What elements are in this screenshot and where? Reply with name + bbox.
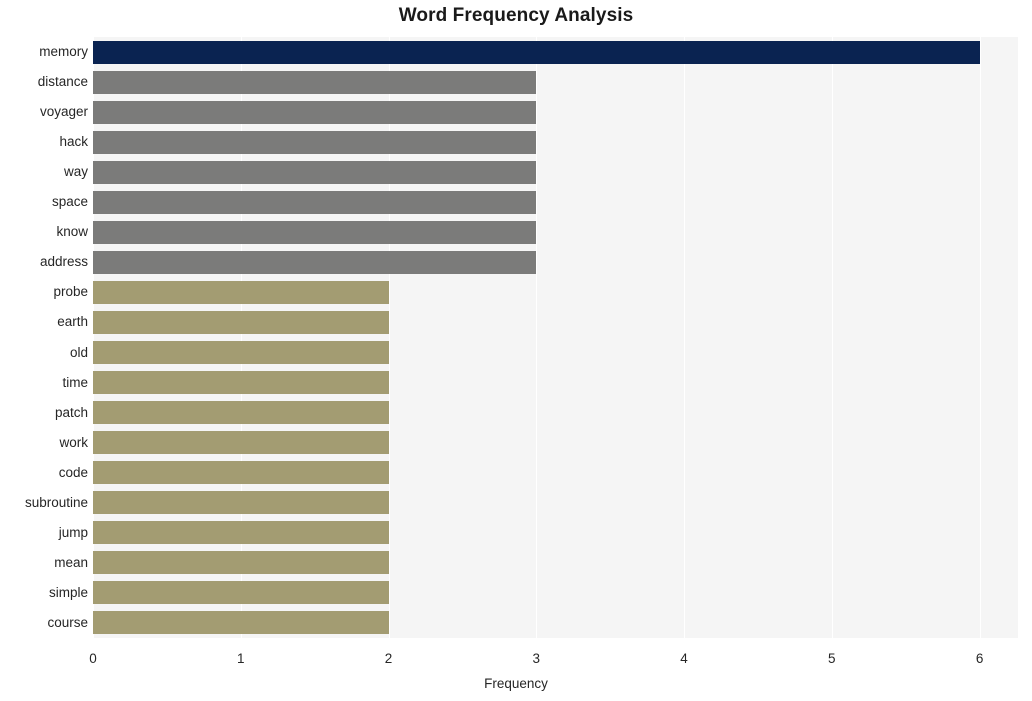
bar[interactable] [93,310,389,334]
bar[interactable] [93,190,537,214]
y-axis-tick-label: time [62,374,88,390]
y-axis-tick-label: simple [48,584,88,600]
chart-title: Word Frequency Analysis [398,5,634,26]
bar[interactable] [93,371,389,395]
y-axis-tick-label: code [58,464,88,480]
y-axis-tick-label: memory [39,44,88,60]
y-axis-tick-labels: memory distance voyager hack way space know add… [0,37,88,638]
bar[interactable] [93,611,389,635]
bar[interactable] [93,581,389,605]
bar[interactable] [93,130,537,154]
bar[interactable] [93,70,537,94]
y-axis-tick-label: patch [54,404,88,420]
y-axis-tick-label: course [47,614,88,630]
bar[interactable] [93,431,389,455]
y-axis-tick-label: mean [54,554,88,570]
chart-figure: Word Frequency Analysis memory distance vo… [0,0,1032,701]
plot-area [93,37,1018,638]
bar[interactable] [93,551,389,575]
y-axis-tick-label: know [56,224,88,240]
bar[interactable] [93,160,537,184]
x-axis-tick-labels: 0 1 2 3 4 5 6 [0,652,1032,672]
y-axis-tick-label: address [39,254,88,270]
y-axis-tick-label: work [59,434,88,450]
y-axis-tick-label: earth [57,314,88,330]
y-axis-tick-label: way [63,164,88,180]
x-axis-title: Frequency [484,676,548,691]
bar-series [93,37,1018,638]
bar[interactable] [93,40,980,64]
y-axis-tick-label: hack [59,134,88,150]
bar[interactable] [93,280,389,304]
bar[interactable] [93,461,389,485]
bar[interactable] [93,341,389,365]
x-axis-tick-label: 2 [384,651,393,666]
bar[interactable] [93,521,389,545]
y-axis-tick-label: distance [37,74,88,90]
y-axis-tick-label: space [51,194,88,210]
x-axis-tick-label: 4 [680,651,688,666]
y-axis-tick-label: jump [58,524,88,540]
x-axis-tick-label: 6 [975,651,984,666]
x-axis-tick-label: 1 [236,651,245,666]
x-axis-tick-label: 3 [532,651,541,666]
bar[interactable] [93,250,537,274]
bar[interactable] [93,220,537,244]
x-axis-tick-label: 5 [828,651,836,666]
y-axis-tick-label: subroutine [24,494,88,510]
bar[interactable] [93,100,537,124]
bar[interactable] [93,401,389,425]
x-axis-tick-label: 0 [89,651,97,666]
bar[interactable] [93,491,389,515]
y-axis-tick-label: voyager [39,104,88,120]
y-axis-tick-label: old [69,344,88,360]
y-axis-tick-label: probe [53,284,88,300]
